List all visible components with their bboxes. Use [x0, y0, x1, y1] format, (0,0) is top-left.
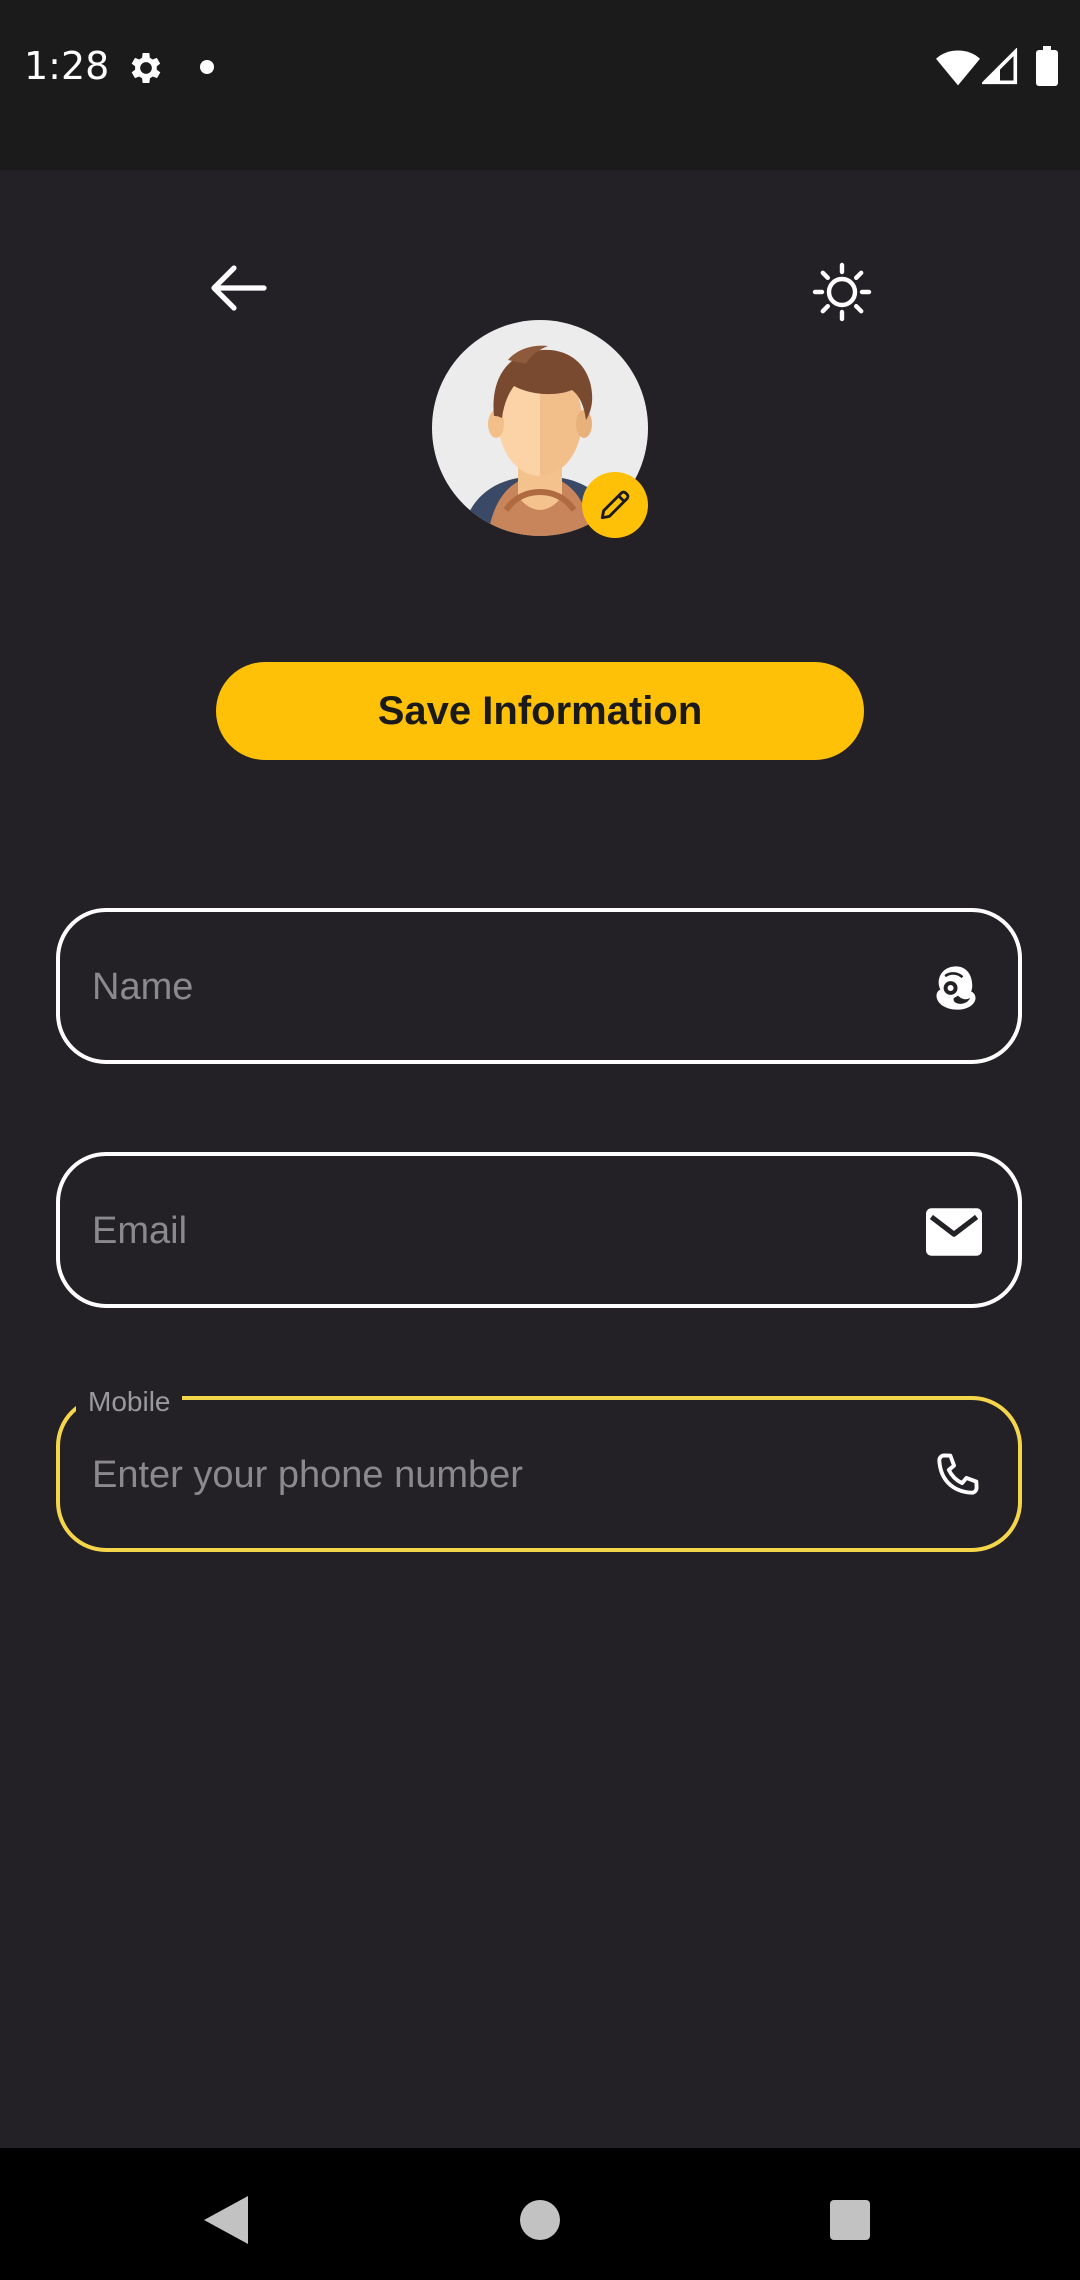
signal-icon: [982, 48, 1018, 85]
edit-profile-screen: 1:28 Save Information Name Email Enter y…: [0, 0, 1080, 2280]
home-circle-icon[interactable]: [520, 2200, 560, 2240]
back-triangle-icon[interactable]: [204, 2196, 248, 2244]
envelope-icon: [926, 1208, 982, 1256]
email-field[interactable]: [56, 1152, 1022, 1308]
mobile-label: Mobile: [76, 1384, 183, 1420]
mobile-field[interactable]: [56, 1396, 1022, 1552]
edit-avatar-button[interactable]: [582, 472, 648, 538]
name-input[interactable]: [90, 912, 874, 1062]
name-field[interactable]: [56, 908, 1022, 1064]
status-time: 1:28: [24, 44, 110, 88]
mailchimp-icon: [936, 966, 976, 1010]
wifi-icon: [936, 50, 980, 86]
mobile-input[interactable]: [90, 1400, 874, 1550]
navigation-bar: [0, 2148, 1080, 2280]
battery-icon: [1036, 46, 1058, 86]
pencil-icon: [600, 490, 630, 520]
save-information-button[interactable]: Save Information: [216, 662, 864, 760]
sun-icon[interactable]: [812, 262, 872, 322]
gear-icon: [131, 53, 161, 83]
recents-square-icon[interactable]: [830, 2200, 870, 2240]
phone-icon: [937, 1453, 979, 1495]
status-bar: 1:28: [0, 0, 1080, 170]
arrow-left-icon[interactable]: [208, 262, 268, 314]
notification-dot: [200, 60, 214, 74]
email-input[interactable]: [90, 1156, 874, 1306]
